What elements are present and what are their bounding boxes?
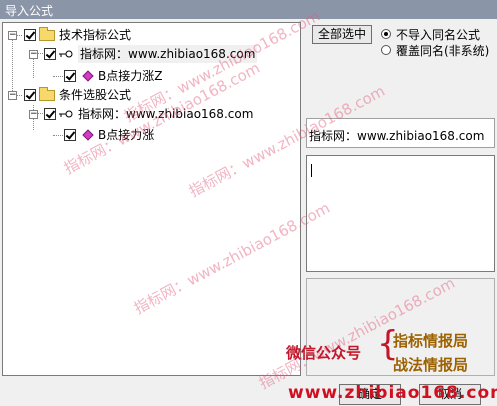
tree-node-tech-indicators[interactable]: − 技术指标公式: [3, 26, 300, 44]
checkbox-stock-selection[interactable]: [24, 89, 36, 101]
checkbox-source[interactable]: [44, 108, 56, 120]
key-icon: [59, 50, 73, 58]
checkbox-formula[interactable]: [64, 129, 76, 141]
tree-node-label: 条件选股公式: [59, 88, 132, 102]
tree-node-source[interactable]: − 指标网：www.zhibiao168.com: [3, 105, 300, 123]
collapse-icon[interactable]: −: [8, 31, 17, 40]
radio-overwrite[interactable]: [381, 45, 391, 55]
formula-icon: [82, 129, 94, 141]
formula-source-box: 指标网：www.zhibiao168.com: [306, 118, 495, 148]
tree-node-label: 指标网：www.zhibiao168.com: [78, 107, 254, 121]
formula-source-label: 指标网：www.zhibiao168.com: [309, 129, 485, 143]
dialog-titlebar: 导入公式: [0, 0, 497, 19]
key-icon: [59, 110, 73, 118]
collapse-icon[interactable]: −: [29, 110, 38, 119]
radio-skip-duplicate-label: 不导入同名公式: [396, 28, 481, 42]
formula-icon: [82, 70, 94, 82]
checkbox-source[interactable]: [44, 48, 56, 60]
dialog-title: 导入公式: [5, 4, 54, 18]
tree-node-label: B点接力涨Z: [98, 69, 163, 83]
promo-line2: 战法情报局: [393, 356, 469, 374]
tree-node-source[interactable]: − 指标网：www.zhibiao168.com: [3, 45, 300, 63]
collapse-icon[interactable]: −: [29, 50, 38, 59]
tree-node-formula[interactable]: B点接力涨: [3, 126, 300, 144]
radio-skip-duplicate[interactable]: [381, 29, 391, 39]
promo-line1: 指标情报局: [393, 332, 469, 350]
text-caret: [311, 164, 312, 177]
select-all-button[interactable]: 全部选中: [312, 25, 372, 44]
formula-tree[interactable]: − 技术指标公式 − 指标网：www.zhibiao168.com B点接力涨Z…: [2, 22, 301, 376]
formula-description-area[interactable]: [306, 155, 495, 272]
checkbox-tech-indicators[interactable]: [24, 29, 36, 41]
promo-wechat: 微信公众号: [286, 344, 362, 362]
radio-overwrite-label: 覆盖同名(非系统): [396, 44, 490, 58]
tree-node-label: B点接力涨: [98, 128, 155, 142]
checkbox-formula[interactable]: [64, 70, 76, 82]
tree-node-label: 指标网：www.zhibiao168.com: [78, 45, 258, 63]
tree-node-formula[interactable]: B点接力涨Z: [3, 67, 300, 85]
folder-icon: [39, 87, 55, 101]
tree-node-stock-selection[interactable]: − 条件选股公式: [3, 86, 300, 104]
collapse-icon[interactable]: −: [8, 91, 17, 100]
tree-node-label: 技术指标公式: [59, 28, 132, 42]
folder-icon: [39, 27, 55, 41]
promo-url: www.zhibiao168.com: [288, 383, 497, 403]
